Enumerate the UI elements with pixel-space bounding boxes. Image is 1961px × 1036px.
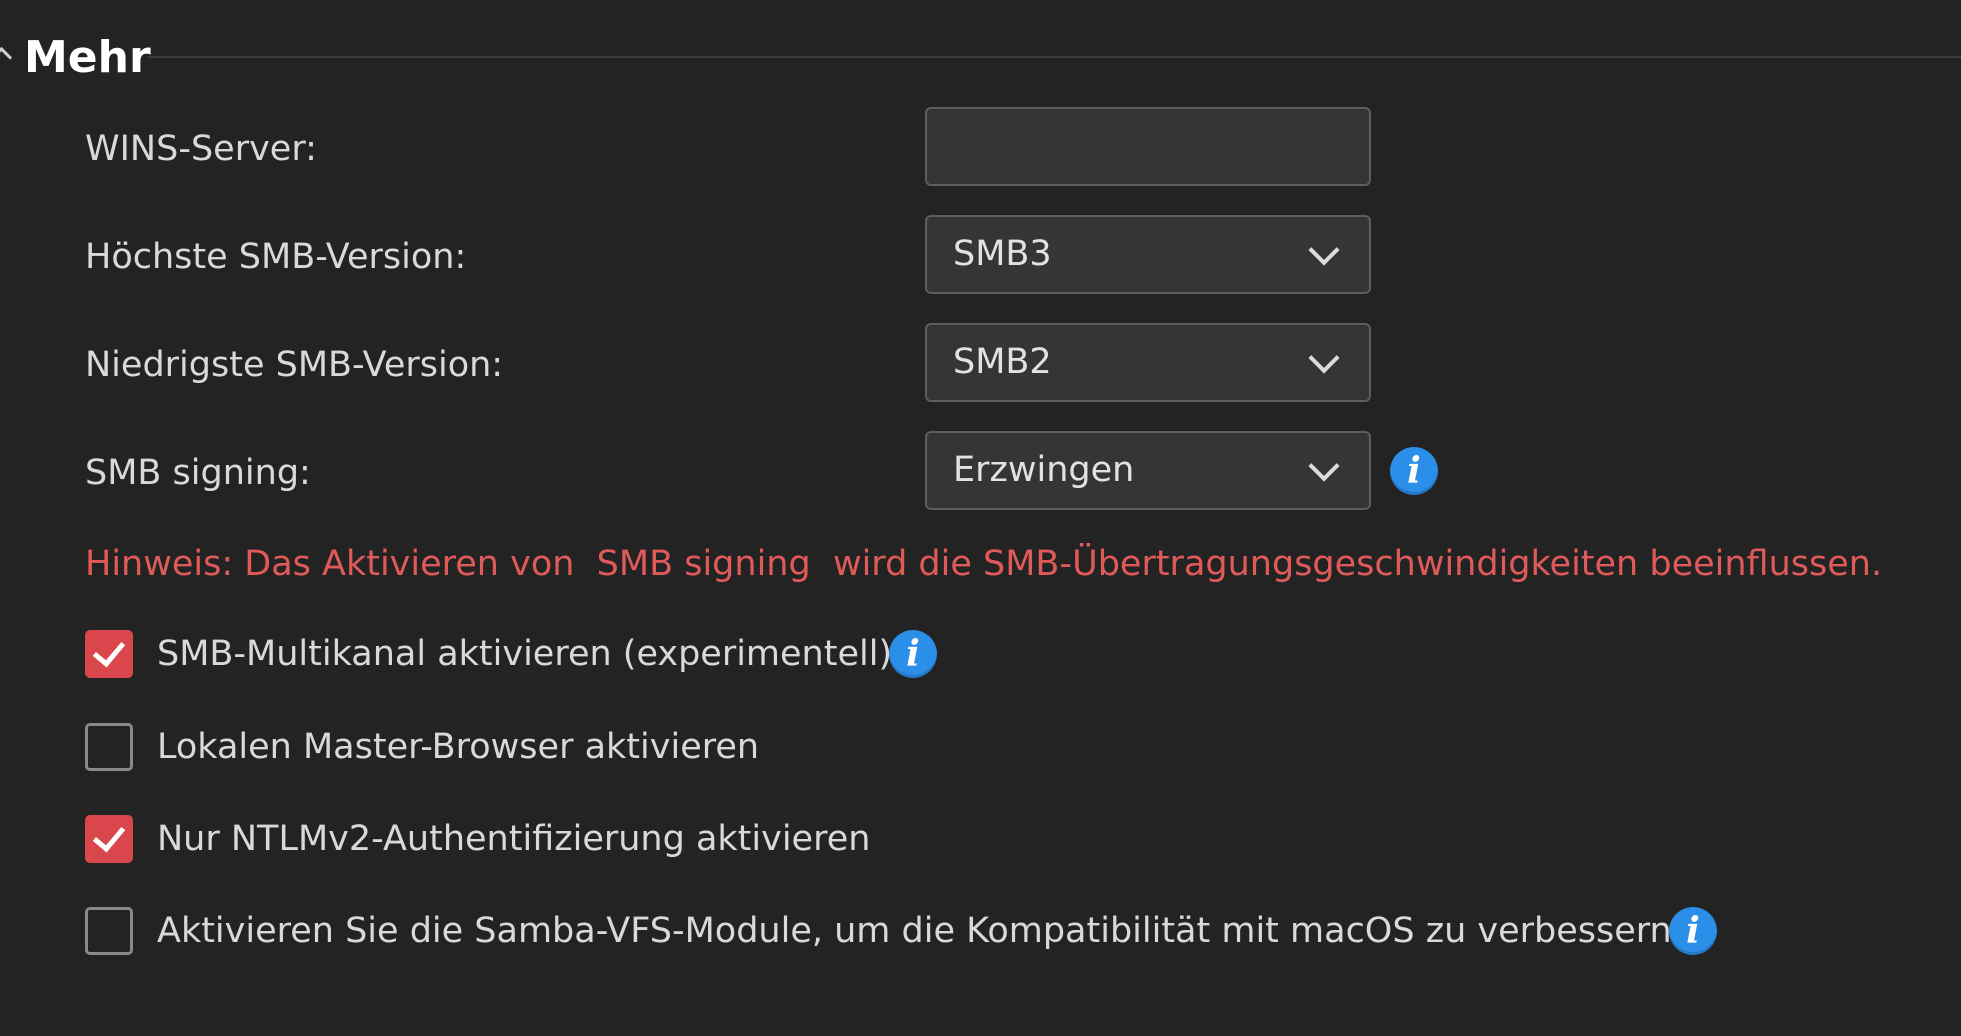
vfs-modules-info-icon[interactable]: i [1669, 907, 1717, 955]
min-smb-version-value: SMB2 [953, 342, 1052, 382]
multichannel-checkbox[interactable] [85, 630, 133, 678]
vfs-modules-label: Aktivieren Sie die Samba-VFS-Module, um … [157, 911, 1683, 951]
vfs-modules-checkbox[interactable] [85, 907, 133, 955]
max-smb-version-value: SMB3 [953, 234, 1052, 274]
chevron-down-icon [1308, 342, 1340, 374]
master-browser-checkbox[interactable] [85, 723, 133, 771]
ntlmv2-label: Nur NTLMv2-Authentifizierung aktivieren [157, 819, 871, 859]
wins-server-label: WINS-Server: [85, 129, 317, 169]
smb-signing-hint: Hinweis: Das Aktivieren von SMB signing … [85, 544, 1883, 584]
smb-signing-select[interactable]: Erzwingen [925, 431, 1371, 510]
max-smb-version-label: Höchste SMB-Version: [85, 237, 467, 277]
chevron-down-icon [1308, 234, 1340, 266]
checkmark-icon [92, 633, 126, 668]
min-smb-version-select[interactable]: SMB2 [925, 323, 1371, 402]
more-settings-section: Mehr WINS-Server: Höchste SMB-Version: S… [0, 0, 1961, 1036]
wins-server-input[interactable] [925, 107, 1371, 186]
ntlmv2-checkbox[interactable] [85, 815, 133, 863]
smb-signing-value: Erzwingen [953, 450, 1135, 490]
section-divider [148, 56, 1961, 58]
multichannel-info-icon[interactable]: i [889, 630, 937, 678]
min-smb-version-label: Niedrigste SMB-Version: [85, 345, 504, 385]
collapse-caret-icon[interactable] [0, 46, 13, 69]
section-header[interactable]: Mehr [0, 30, 1961, 90]
smb-signing-label: SMB signing: [85, 453, 311, 493]
master-browser-label: Lokalen Master-Browser aktivieren [157, 727, 760, 767]
checkmark-icon [92, 818, 126, 853]
section-title: Mehr [24, 32, 151, 83]
max-smb-version-select[interactable]: SMB3 [925, 215, 1371, 294]
smb-signing-info-icon[interactable]: i [1390, 447, 1438, 495]
multichannel-label: SMB-Multikanal aktivieren (experimentell… [157, 634, 893, 674]
chevron-down-icon [1308, 450, 1340, 482]
